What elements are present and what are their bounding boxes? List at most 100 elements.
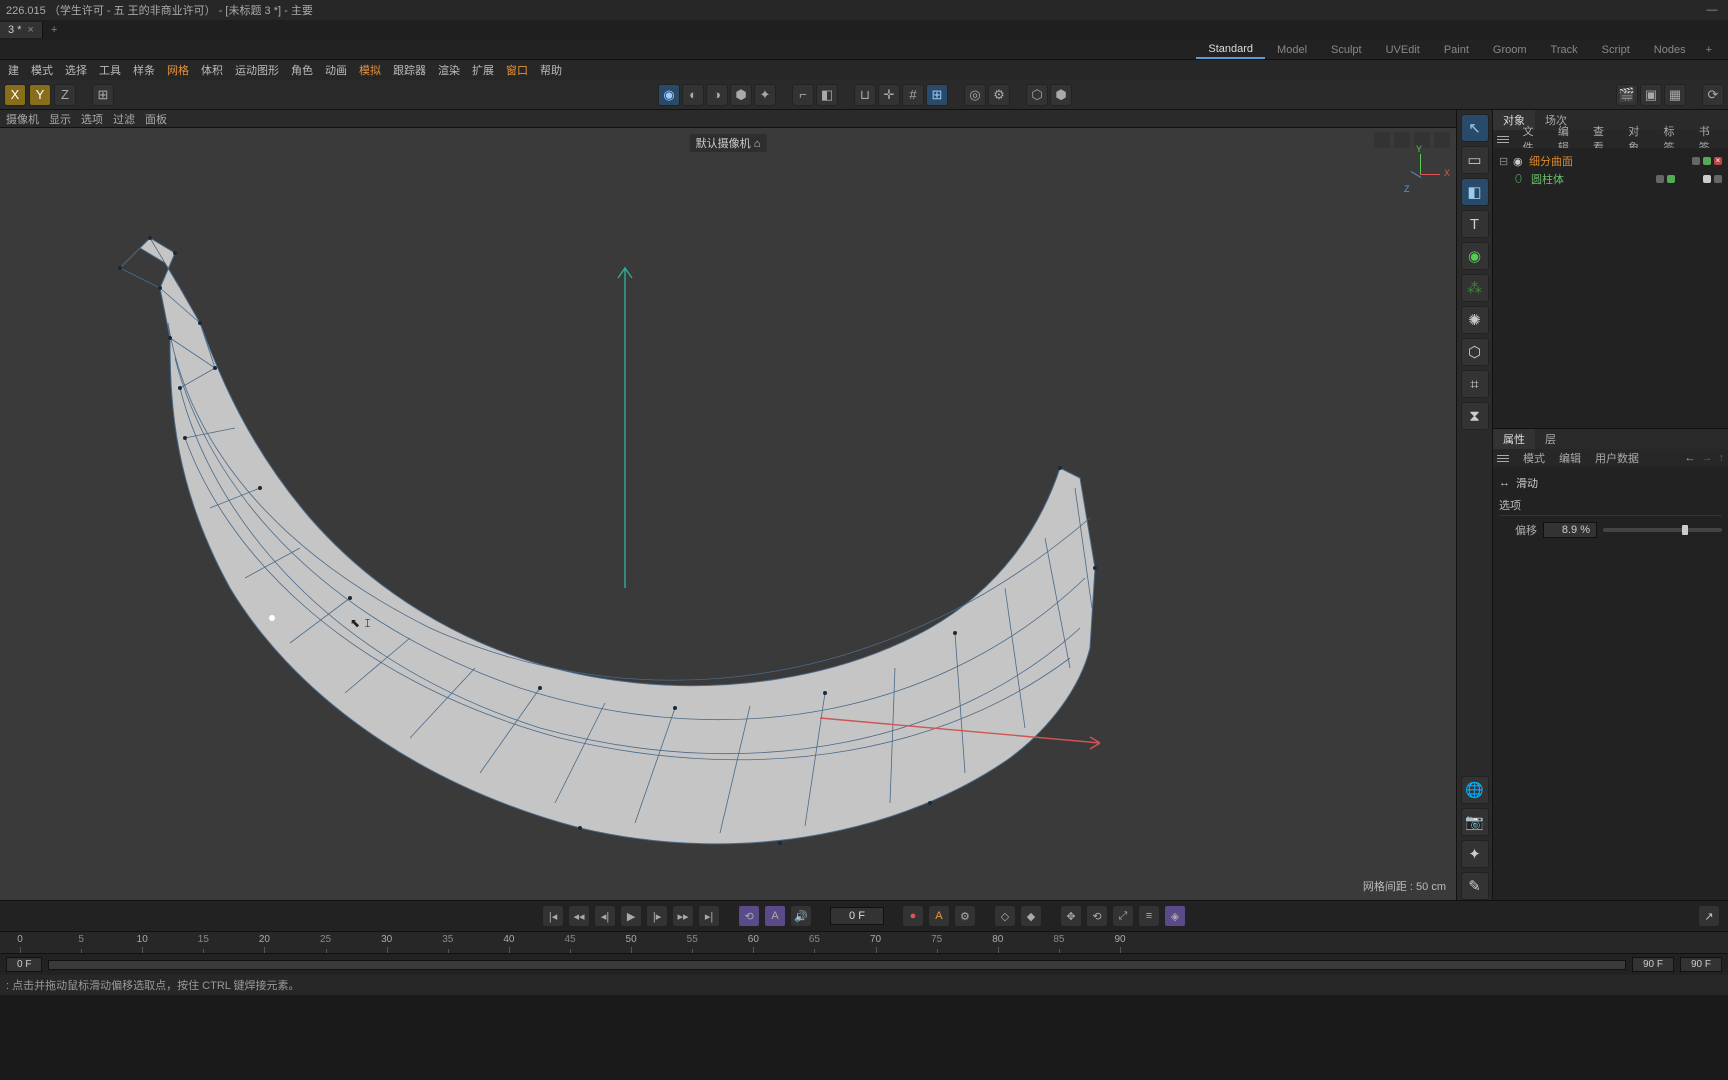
collapse-icon[interactable]: ⊟	[1499, 155, 1509, 168]
layout-tab-standard[interactable]: Standard	[1196, 41, 1265, 59]
next-key-icon[interactable]: ▸▸	[672, 905, 694, 927]
tool-icon[interactable]: ⌐	[792, 84, 814, 106]
attrmenu-userdata[interactable]: 用户数据	[1591, 450, 1643, 466]
deformer-tool-icon[interactable]: ⬡	[1461, 338, 1489, 366]
tree-item-cylinder[interactable]: ⬯ 圆柱体	[1497, 170, 1724, 188]
pos-key-icon[interactable]: ✥	[1060, 905, 1082, 927]
nav-back-icon[interactable]: ←	[1685, 452, 1696, 464]
record-icon[interactable]: ●	[902, 905, 924, 927]
layout-add-button[interactable]: +	[1698, 44, 1720, 56]
snap-active-icon[interactable]: ⊞	[926, 84, 948, 106]
layout-tab-sculpt[interactable]: Sculpt	[1319, 42, 1374, 58]
menu-tracker[interactable]: 跟踪器	[387, 62, 432, 78]
current-frame[interactable]: 0 F	[830, 907, 884, 925]
scene-tool-icon[interactable]: ⌗	[1461, 370, 1489, 398]
menu-render[interactable]: 渲染	[432, 62, 466, 78]
move-tool-icon[interactable]: ◉	[658, 84, 680, 106]
menu-create[interactable]: 建	[2, 62, 25, 78]
field-tool-icon[interactable]: ✺	[1461, 306, 1489, 334]
tool-icon[interactable]: ◐	[682, 84, 704, 106]
axis-gizmo[interactable]: Y X Z	[1396, 148, 1444, 196]
range-track[interactable]	[48, 960, 1626, 970]
pla-key-icon[interactable]: ◈	[1164, 905, 1186, 927]
timeline-ruler[interactable]: 051015202530354045505560657075808590	[0, 931, 1728, 953]
prev-key-icon[interactable]: ◂◂	[568, 905, 590, 927]
menu-tools[interactable]: 工具	[93, 62, 127, 78]
tab-attributes[interactable]: 属性	[1493, 429, 1535, 449]
menu-animate[interactable]: 动画	[319, 62, 353, 78]
offset-slider[interactable]	[1603, 528, 1722, 532]
menu-spline[interactable]: 样条	[127, 62, 161, 78]
layout-tab-track[interactable]: Track	[1539, 42, 1590, 58]
menu-window[interactable]: 窗口	[500, 62, 534, 78]
refresh-icon[interactable]: ⟳	[1702, 84, 1724, 106]
keyframe-icon[interactable]: ◆	[1020, 905, 1042, 927]
prev-frame-icon[interactable]: ◂|	[594, 905, 616, 927]
viewport[interactable]: 摄像机 显示 选项 过滤 面板 默认摄像机 ⌂ Y X Z	[0, 110, 1456, 900]
snap-grid-icon[interactable]: #	[902, 84, 924, 106]
autokey-icon[interactable]: A	[764, 905, 786, 927]
snap-icon[interactable]: ✛	[878, 84, 900, 106]
layout-tab-uvedit[interactable]: UVEdit	[1374, 42, 1432, 58]
tool-icon[interactable]: ⚙	[988, 84, 1010, 106]
camera-icon[interactable]: 📷	[1461, 808, 1489, 836]
attrmenu-mode[interactable]: 模式	[1519, 450, 1549, 466]
keyframe-icon[interactable]: ◇	[994, 905, 1016, 927]
viewport-canvas[interactable]: 默认摄像机 ⌂ Y X Z	[0, 128, 1456, 900]
coord-system-icon[interactable]: ⊞	[92, 84, 114, 106]
tool-icon[interactable]: ◎	[964, 84, 986, 106]
menu-simulate[interactable]: 模拟	[353, 62, 387, 78]
edit-icon[interactable]: ✎	[1461, 872, 1489, 900]
tool-icon[interactable]: ⬢	[730, 84, 752, 106]
axis-x-button[interactable]: X	[4, 84, 26, 106]
nav-up-icon[interactable]: ↑	[1719, 452, 1725, 464]
add-tab-button[interactable]: +	[43, 24, 65, 36]
offset-value[interactable]: 8.9 %	[1543, 522, 1597, 538]
zoom-icon[interactable]	[1394, 132, 1410, 148]
axis-z-button[interactable]: Z	[54, 84, 76, 106]
text-tool-icon[interactable]: T	[1461, 210, 1489, 238]
autokey-toggle-icon[interactable]: A	[928, 905, 950, 927]
hand-icon[interactable]	[1374, 132, 1390, 148]
vp-menu-camera[interactable]: 摄像机	[6, 111, 39, 127]
menu-character[interactable]: 角色	[285, 62, 319, 78]
render-icon[interactable]: ▣	[1640, 84, 1662, 106]
rot-key-icon[interactable]: ⟲	[1086, 905, 1108, 927]
render-settings-icon[interactable]: 🎬	[1616, 84, 1638, 106]
menu-mesh[interactable]: 网格	[161, 62, 195, 78]
menu-volume[interactable]: 体积	[195, 62, 229, 78]
export-icon[interactable]: ↗	[1698, 905, 1720, 927]
hamburger-icon[interactable]	[1497, 134, 1509, 145]
subdiv-tool-icon[interactable]: ◉	[1461, 242, 1489, 270]
layout-tab-groom[interactable]: Groom	[1481, 42, 1539, 58]
snap-icon[interactable]: ⊔	[854, 84, 876, 106]
cursor-tool-icon[interactable]: ↖	[1461, 114, 1489, 142]
object-tree[interactable]: ⊟ ◉ 细分曲面 × ⬯ 圆柱体	[1493, 148, 1728, 428]
menu-help[interactable]: 帮助	[534, 62, 568, 78]
tool-icon[interactable]: ◑	[706, 84, 728, 106]
param-key-icon[interactable]: ≡	[1138, 905, 1160, 927]
vp-menu-filter[interactable]: 过滤	[113, 111, 135, 127]
tool-icon[interactable]: ⬡	[1026, 84, 1048, 106]
vp-menu-panel[interactable]: 面板	[145, 111, 167, 127]
symmetry-tool-icon[interactable]: ⧗	[1461, 402, 1489, 430]
render-region-icon[interactable]: ▦	[1664, 84, 1686, 106]
menu-select[interactable]: 选择	[59, 62, 93, 78]
axis-y-button[interactable]: Y	[29, 84, 51, 106]
cube-tool-icon[interactable]: ◧	[1461, 178, 1489, 206]
maximize-icon[interactable]	[1434, 132, 1450, 148]
tool-icon[interactable]: ◧	[816, 84, 838, 106]
range-end-b[interactable]: 90 F	[1680, 957, 1722, 972]
range-end-a[interactable]: 90 F	[1632, 957, 1674, 972]
layout-tab-nodes[interactable]: Nodes	[1642, 42, 1698, 58]
tab-layers[interactable]: 层	[1535, 429, 1566, 449]
layout-tab-paint[interactable]: Paint	[1432, 42, 1481, 58]
tool-icon[interactable]: ⬢	[1050, 84, 1072, 106]
tree-item-sds[interactable]: ⊟ ◉ 细分曲面 ×	[1497, 152, 1724, 170]
world-icon[interactable]: 🌐	[1461, 776, 1489, 804]
layout-tab-script[interactable]: Script	[1590, 42, 1642, 58]
rect-tool-icon[interactable]: ▭	[1461, 146, 1489, 174]
cloner-tool-icon[interactable]: ⁂	[1461, 274, 1489, 302]
layout-tab-model[interactable]: Model	[1265, 42, 1319, 58]
vp-menu-display[interactable]: 显示	[49, 111, 71, 127]
